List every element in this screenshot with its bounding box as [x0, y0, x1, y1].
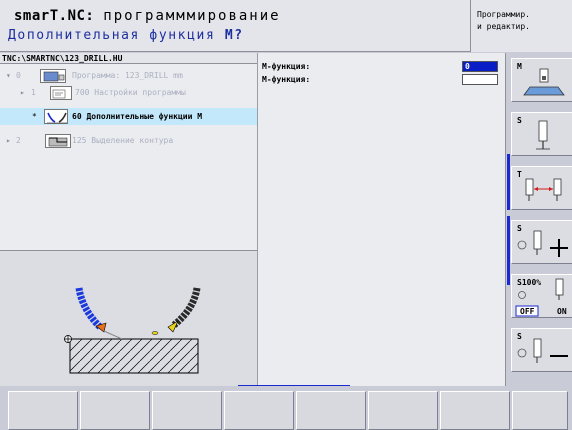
tree-row-label: 700 Настройки программы [75, 88, 186, 97]
spindle-icon [536, 120, 550, 150]
m-function-input-2[interactable] [462, 74, 498, 85]
coolant-icon [44, 109, 68, 124]
tree-row-number: 2 [16, 136, 21, 145]
spindle-override-100-softkey[interactable]: S100% OFF ON [511, 274, 572, 318]
softkey-4[interactable] [224, 391, 294, 430]
tree-row-contour[interactable]: ▸ 2 125 Выделение контура [0, 132, 257, 149]
tree-row-m-functions[interactable]: * 60 Дополнительные функции M [0, 108, 257, 125]
coolant-nozzles-illustration [64, 287, 201, 374]
softkey-8[interactable] [512, 391, 568, 430]
softkey-group-indicator [507, 216, 510, 285]
window-title: smarT.NC: программмирование [14, 8, 281, 24]
mode-line-2: и редактир. [477, 22, 530, 31]
mode-line-1: Программир. [477, 10, 530, 19]
header-bar: smarT.NC: программмирование Дополнительн… [0, 0, 572, 52]
current-marker-icon: * [32, 112, 37, 121]
workpiece-icon [69, 338, 199, 374]
horizontal-softkey-bar [0, 386, 572, 430]
tree-row-label: 60 Дополнительные функции M [72, 112, 203, 121]
left-coolant-hose [75, 287, 103, 330]
softkey-group-indicator [507, 154, 510, 210]
vertical-softkey-bar: M S T S S100% OFF ON S [505, 53, 572, 386]
m-function-label: M-функция: [262, 62, 311, 71]
expand-icon[interactable]: ▸ [20, 84, 25, 101]
program-icon [40, 69, 66, 83]
parameter-form: M-функция: 0 M-функция: [258, 53, 505, 386]
tree-row-label: Программа: 123_DRILL mm [72, 71, 183, 80]
contour-icon [45, 134, 71, 148]
override-on-label: ON [557, 307, 567, 316]
tree-row-number: 0 [16, 71, 21, 80]
right-coolant-hose [171, 287, 201, 328]
softkey-3[interactable] [152, 391, 222, 430]
subtitle-key: M? [224, 28, 244, 43]
spindle-speed-decrease-softkey[interactable]: S [511, 328, 572, 372]
override-off-label: OFF [520, 307, 535, 316]
operating-mode-box: Программир. и редактир. [470, 0, 572, 52]
m-function-input-1[interactable]: 0 [462, 61, 498, 72]
tree-row-program[interactable]: ▾ 0 Программа: 123_DRILL mm [0, 67, 257, 84]
softkey-1[interactable] [8, 391, 78, 430]
file-path: TNC:\SMARTNC\123_DRILL.HU [0, 53, 257, 64]
tool-change-icon [525, 178, 562, 201]
softkey-6[interactable] [368, 391, 438, 430]
softkey-5[interactable] [296, 391, 366, 430]
tree-row-program-settings[interactable]: ▸ 1 700 Настройки программы [0, 84, 257, 101]
form-row-m-function-1: M-функция: 0 [258, 61, 505, 73]
title-prefix: smarT.NC: [14, 8, 95, 24]
settings-icon [50, 86, 72, 100]
title-mode: программмирование [103, 8, 281, 24]
spindle-softkey[interactable]: S [511, 112, 572, 156]
m-function-softkey[interactable]: M [511, 58, 572, 102]
softkey-7[interactable] [440, 391, 510, 430]
spindle-minus-icon [517, 338, 568, 363]
softkey-2[interactable] [80, 391, 150, 430]
tree-row-label: 125 Выделение контура [72, 136, 174, 145]
program-stop-icon [523, 68, 565, 96]
tree-row-number: 1 [31, 88, 36, 97]
collapse-icon[interactable]: ▾ [6, 67, 11, 84]
form-row-m-function-2: M-функция: [258, 74, 505, 86]
spindle-speed-increase-softkey[interactable]: S [511, 220, 572, 264]
page-subtitle: Дополнительная функция M? [8, 28, 244, 43]
expand-icon[interactable]: ▸ [6, 132, 11, 149]
spindle-plus-icon [517, 230, 568, 257]
m-function-label: M-функция: [262, 75, 311, 84]
subtitle-text: Дополнительная функция [8, 28, 216, 43]
tool-change-softkey[interactable]: T [511, 166, 572, 210]
help-graphic [0, 250, 258, 386]
program-tree: TNC:\SMARTNC\123_DRILL.HU ▾ 0 Программа:… [0, 53, 258, 250]
